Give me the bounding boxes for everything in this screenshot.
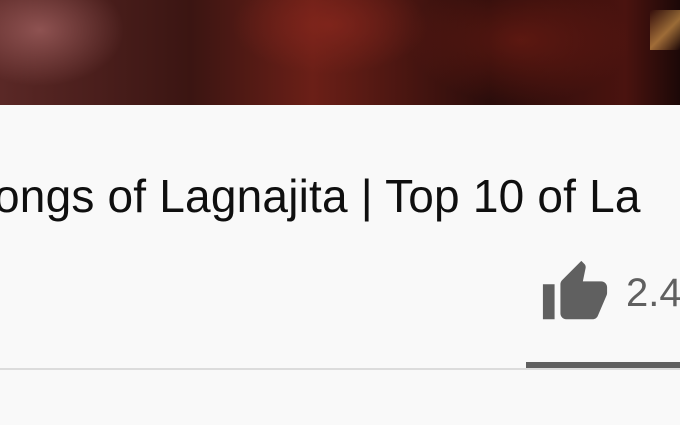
video-page: ongs of Lagnajita | Top 10 of La 2.4 <box>0 0 680 425</box>
like-button[interactable]: 2.4 <box>540 258 680 328</box>
thumbs-up-icon <box>542 260 608 320</box>
video-thumbnail[interactable] <box>0 0 680 105</box>
section-divider <box>0 368 680 370</box>
thumbnail-highlight <box>650 10 680 50</box>
like-count: 2.4 <box>626 270 680 315</box>
video-title: ongs of Lagnajita | Top 10 of La <box>0 170 641 222</box>
